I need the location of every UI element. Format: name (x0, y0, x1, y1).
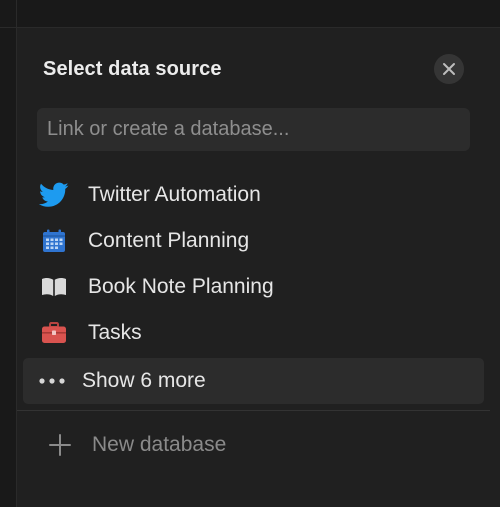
calendar-icon (37, 224, 71, 258)
source-item-tasks[interactable]: Tasks (23, 310, 484, 356)
source-item-label: Tasks (88, 321, 142, 344)
close-icon (443, 63, 455, 75)
select-data-source-dialog: Select data source Twitter Automation (17, 28, 500, 507)
dialog-title: Select data source (43, 58, 222, 80)
plus-icon (43, 428, 77, 462)
new-database-label: New database (92, 433, 227, 456)
new-database-button[interactable]: New database (23, 422, 484, 468)
source-item-content-planning[interactable]: Content Planning (23, 218, 484, 264)
data-source-list: Twitter Automation Content Planning Book… (23, 172, 484, 404)
source-item-label: Book Note Planning (88, 275, 274, 298)
dialog-header: Select data source (43, 54, 483, 88)
source-item-twitter-automation[interactable]: Twitter Automation (23, 172, 484, 218)
source-item-book-note-planning[interactable]: Book Note Planning (23, 264, 484, 310)
twitter-icon (37, 178, 71, 212)
source-item-label: Twitter Automation (88, 183, 261, 206)
source-item-label: Content Planning (88, 229, 250, 252)
database-search[interactable] (37, 108, 470, 151)
briefcase-icon (37, 316, 71, 350)
show-more-button[interactable]: Show 6 more (23, 358, 484, 404)
show-more-label: Show 6 more (82, 369, 206, 392)
list-divider (17, 410, 490, 411)
book-icon (37, 270, 71, 304)
database-search-input[interactable] (37, 108, 470, 151)
more-dots-icon (37, 364, 67, 398)
close-button[interactable] (434, 54, 464, 84)
